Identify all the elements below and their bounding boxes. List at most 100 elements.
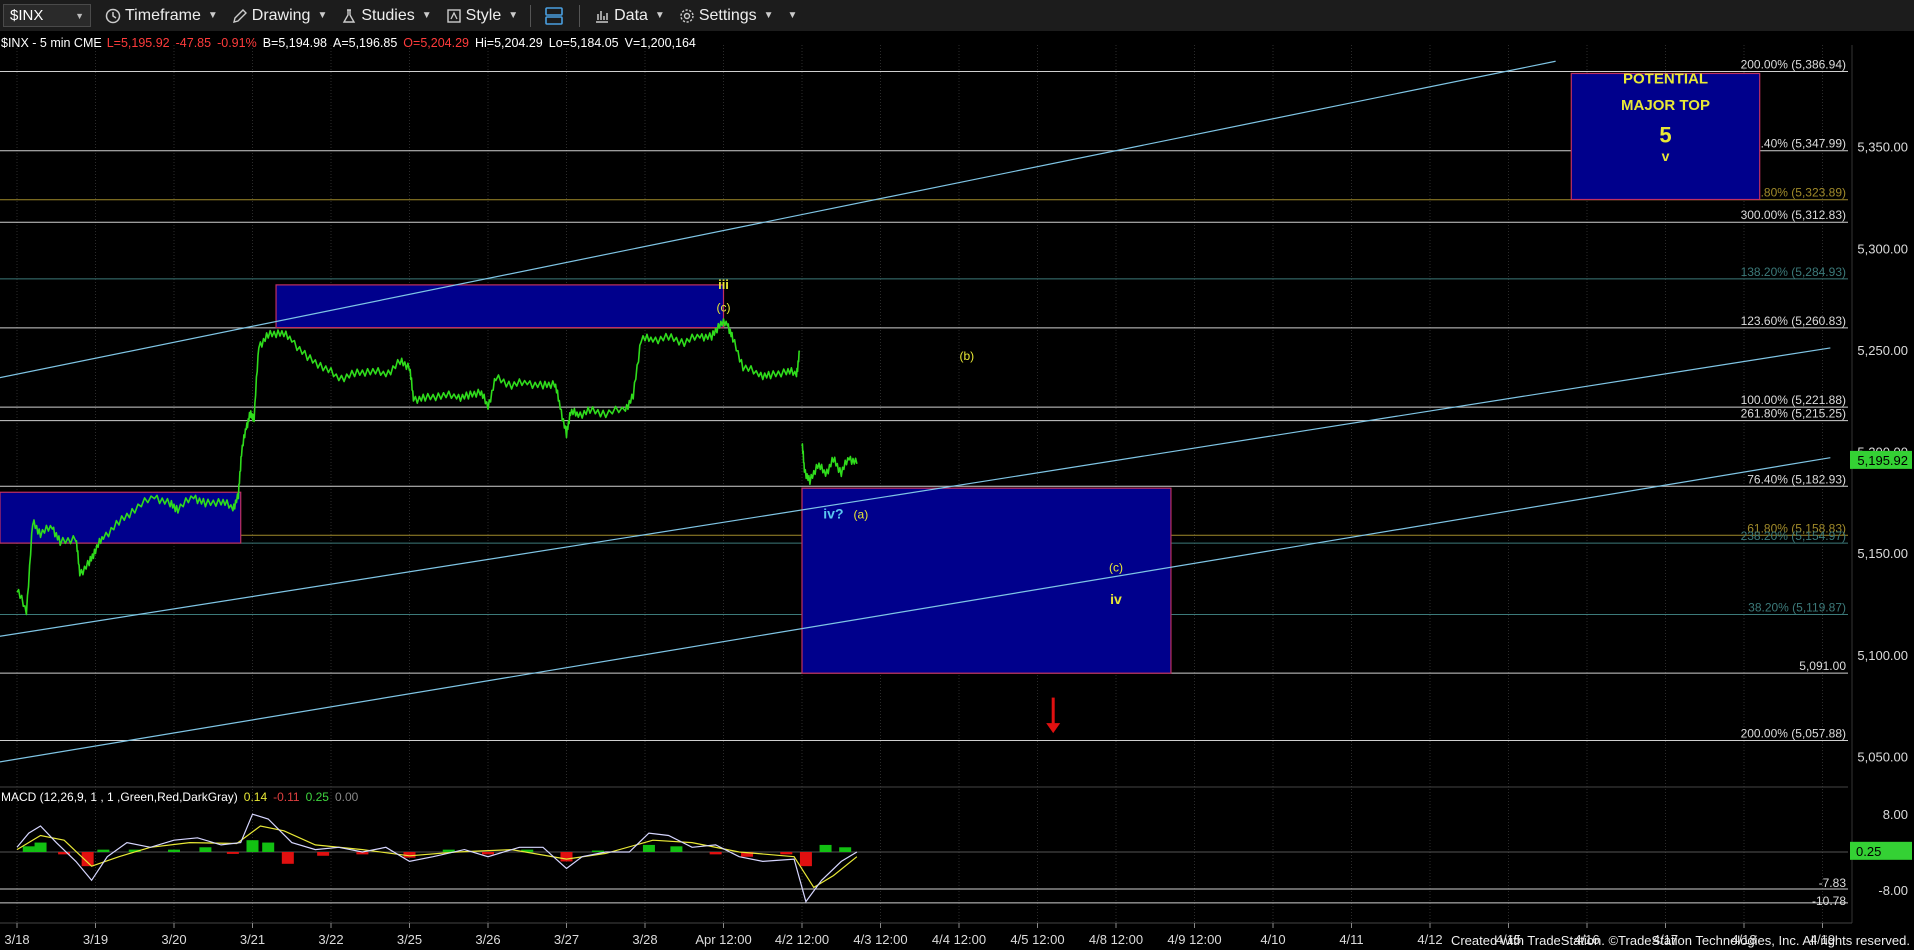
time-tick-label: 3/21 xyxy=(240,932,265,947)
macd-histogram-bar xyxy=(709,852,722,855)
macd-level-label: -7.83 xyxy=(1819,876,1847,890)
toolbar-divider xyxy=(579,4,581,27)
time-tick-label: 3/27 xyxy=(554,932,579,947)
svg-text:MACD (12,26,9, 1 , 1 ,Green,Re: MACD (12,26,9, 1 , 1 ,Green,Red,DarkGray… xyxy=(1,790,359,804)
data-label: Data xyxy=(614,6,648,24)
clock-icon xyxy=(105,8,121,23)
settings-menu[interactable]: Settings ▼ xyxy=(679,7,774,25)
last-price: L=5,195.92 xyxy=(107,36,170,50)
fib-level-label: 300.00% (5,312.83) xyxy=(1741,208,1846,222)
fib-level-label: 123.60% (5,260.83) xyxy=(1741,314,1846,328)
macd-histogram-bar xyxy=(591,850,604,852)
macd-value: 0.14 xyxy=(244,790,268,804)
time-tick-label: 4/3 12:00 xyxy=(853,932,907,947)
fib-level-label: 38.20% (5,119.87) xyxy=(1748,600,1846,614)
time-tick-label: 4/10 xyxy=(1260,932,1285,947)
settings-label: Settings xyxy=(698,6,757,24)
time-tick-label: 4/5 12:00 xyxy=(1010,932,1064,947)
more-options[interactable]: ▼ xyxy=(788,10,798,21)
macd-histogram-bar xyxy=(226,852,239,854)
symbol-text: $INX xyxy=(10,7,44,24)
wave-label: iv? xyxy=(823,506,843,522)
studies-menu[interactable]: Studies ▼ xyxy=(341,6,432,25)
price-tick-label: 5,100.00 xyxy=(1857,648,1908,663)
macd-histogram-bar xyxy=(780,852,793,855)
time-tick-label: Apr 12:00 xyxy=(695,932,751,947)
price-chart[interactable]: 200.00% (5,386.94)176.40% (5,347.99)161.… xyxy=(0,31,1914,950)
bid-price: B=5,194.98 xyxy=(263,36,327,50)
price-tick-label: 5,150.00 xyxy=(1857,546,1908,561)
macd-histogram-bar xyxy=(246,840,259,852)
wave-label: iii xyxy=(718,277,729,292)
fib-level-label: 76.40% (5,182.93) xyxy=(1747,472,1846,486)
fib-level-label: 261.80% (5,215.25) xyxy=(1741,407,1846,421)
studies-label: Studies xyxy=(361,6,415,24)
fib-level-label: 138.20% (5,284.93) xyxy=(1741,265,1846,279)
wave-label: (b) xyxy=(960,349,975,363)
macd-histogram-bar xyxy=(199,847,212,852)
drawing-menu[interactable]: Drawing ▼ xyxy=(232,6,327,25)
wave-label: POTENTIAL xyxy=(1623,71,1708,88)
time-tick-label: 4/2 12:00 xyxy=(775,932,829,947)
time-tick-label: 4/11 xyxy=(1339,932,1363,947)
layout-icon xyxy=(545,6,563,25)
macd-histogram-bar xyxy=(168,849,180,852)
macd-current-label: 0.25 xyxy=(1856,844,1881,859)
current-price-label: 5,195.92 xyxy=(1857,453,1908,468)
time-tick-label: 4/4 12:00 xyxy=(932,932,986,947)
macd-zero-value: 0.00 xyxy=(335,790,359,804)
net-change: -47.85 xyxy=(176,36,211,50)
data-menu[interactable]: Data ▼ xyxy=(594,7,665,25)
macd-level-label: -10.78 xyxy=(1812,894,1846,908)
macd-histogram-bar xyxy=(34,842,47,852)
macd-tick-label: 8.00 xyxy=(1883,807,1908,822)
style-label: Style xyxy=(465,6,502,24)
macd-histogram-bar xyxy=(262,842,275,852)
price-tick-label: 5,250.00 xyxy=(1857,343,1908,358)
macd-histogram-bar xyxy=(482,852,494,855)
style-menu[interactable]: Style ▼ xyxy=(446,7,518,25)
time-tick-label: 3/25 xyxy=(397,932,422,947)
style-icon xyxy=(446,8,461,23)
fib-level-label: 5,091.00 xyxy=(1799,659,1846,673)
gear-icon xyxy=(680,8,694,23)
timeframe-label: Timeframe xyxy=(125,6,201,24)
wave-label: (a) xyxy=(854,508,869,522)
macd-histogram-bar xyxy=(642,844,655,852)
macd-histogram-bar xyxy=(560,852,573,862)
layout-button[interactable] xyxy=(545,6,567,26)
fib-level-label: 100.00% (5,221.88) xyxy=(1741,393,1846,407)
macd-histogram-bar xyxy=(97,849,110,852)
macd-histogram-bar xyxy=(799,852,812,867)
symbol-description: $INX - 5 min CME xyxy=(1,36,102,50)
price-tick-label: 5,050.00 xyxy=(1857,750,1908,765)
macd-histogram-bar xyxy=(317,852,330,856)
wave-label: (c) xyxy=(1109,561,1123,575)
percent-change: -0.91% xyxy=(217,36,257,50)
volume: V=1,200,164 xyxy=(625,36,696,50)
symbol-selector[interactable]: $INX ▼ xyxy=(3,4,91,27)
target-box xyxy=(275,284,725,329)
macd-histogram-bar xyxy=(819,844,832,852)
time-tick-label: 3/18 xyxy=(4,932,29,947)
toolbar-divider xyxy=(530,4,532,27)
bar-chart-icon xyxy=(596,10,609,23)
drawing-label: Drawing xyxy=(251,6,311,24)
wave-label: MAJOR TOP xyxy=(1621,97,1710,114)
timeframe-menu[interactable]: Timeframe ▼ xyxy=(105,7,218,25)
macd-histogram-bar xyxy=(839,847,852,852)
low-price: Lo=5,184.05 xyxy=(549,36,619,50)
price-tick-label: 5,350.00 xyxy=(1857,140,1908,155)
time-tick-label: 4/9 12:00 xyxy=(1167,932,1221,947)
fib-level-label: 238.20% (5,154.97) xyxy=(1741,529,1846,543)
wave-label: v xyxy=(1662,148,1670,164)
wave-label: iv xyxy=(1110,591,1122,607)
macd-signal-value: -0.11 xyxy=(273,790,300,804)
chart-toolbar: $INX ▼ Timeframe ▼ Drawing ▼ Studies ▼ Styl… xyxy=(0,0,1914,32)
pencil-icon xyxy=(232,8,247,23)
macd-diff-value: 0.25 xyxy=(306,790,330,804)
time-tick-label: 3/28 xyxy=(632,932,657,947)
time-tick-label: 4/8 12:00 xyxy=(1089,932,1143,947)
time-tick-label: 4/12 xyxy=(1417,932,1442,947)
time-tick-label: 3/19 xyxy=(83,932,108,947)
